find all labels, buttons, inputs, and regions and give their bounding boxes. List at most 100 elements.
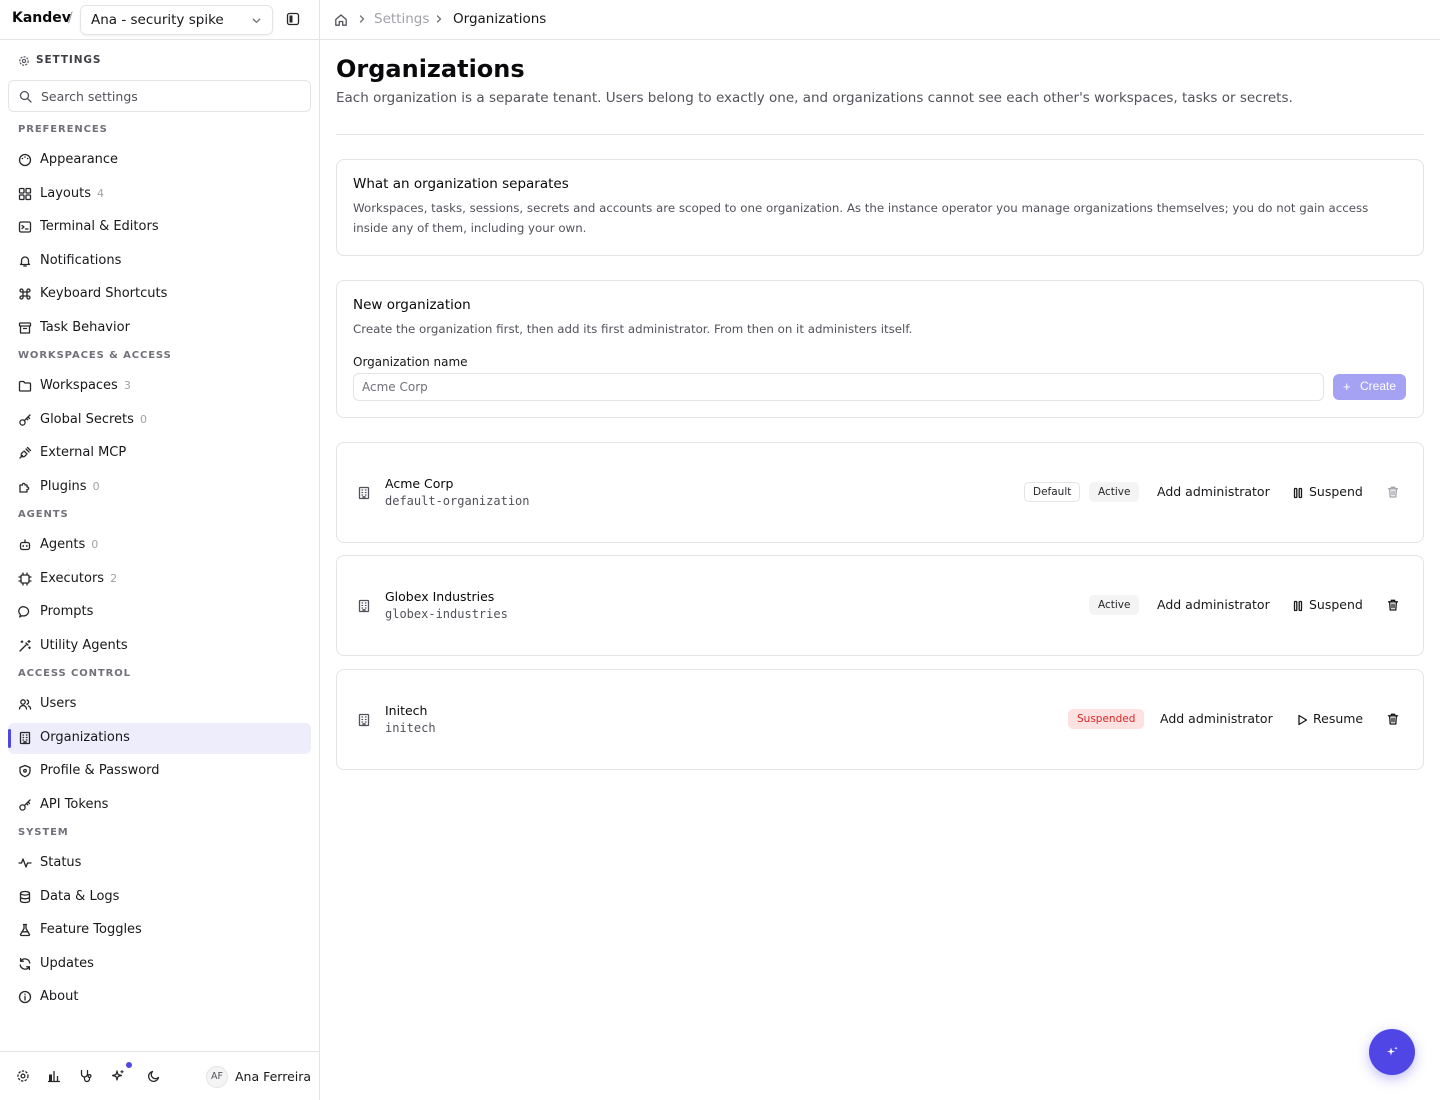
sidebar-item-label: Utility Agents <box>40 638 128 653</box>
bot-icon <box>19 539 31 551</box>
organization-name-input[interactable] <box>353 373 1324 401</box>
chart-icon[interactable] <box>47 1069 61 1083</box>
sidebar-item-text: About <box>40 989 79 1005</box>
sidebar-item-plugins[interactable]: Plugins 0 <box>8 472 311 503</box>
settings-search[interactable] <box>8 80 311 112</box>
nav-group-title: WORKSPACES & ACCESS <box>18 350 172 361</box>
workspace-selector[interactable]: Ana - security spike <box>80 5 273 35</box>
moon-icon[interactable] <box>147 1069 161 1083</box>
sidebar-item-text: Workspaces <box>40 378 118 393</box>
sidebar-item-appearance[interactable]: Appearance <box>8 145 311 176</box>
sidebar-item-terminal-editors[interactable]: Terminal & Editors <box>8 212 311 243</box>
sparkles-icon[interactable] <box>111 1069 125 1083</box>
sidebar-item-label: Plugins 0 <box>40 479 100 494</box>
folder-icon <box>18 380 32 392</box>
breadcrumb-settings[interactable]: Settings <box>374 11 429 27</box>
sidebar-item-data-logs[interactable]: Data & Logs <box>8 882 311 913</box>
sidebar-item-task-behavior[interactable]: Task Behavior <box>8 313 311 344</box>
sidebar-item-utility-agents[interactable]: Utility Agents <box>8 631 311 662</box>
cpu-icon <box>18 571 32 586</box>
sidebar-item-users[interactable]: Users <box>8 689 311 720</box>
puzzle-icon <box>19 482 30 493</box>
sidebar-item-text: Prompts <box>40 604 94 620</box>
shield-icon <box>19 765 31 778</box>
new-organization-text: Create the organization first, then add … <box>353 322 913 336</box>
pause-icon[interactable] <box>1291 599 1305 613</box>
avatar[interactable]: AF <box>206 1066 228 1088</box>
sidebar-item-feature-toggles[interactable]: Feature Toggles <box>8 915 311 946</box>
pause-icon[interactable] <box>1291 486 1305 500</box>
sidebar-item-label: Users <box>40 696 76 711</box>
sidebar-item-label: Layouts 4 <box>40 186 104 201</box>
search-icon <box>19 90 32 103</box>
workspace-selector-label: Ana - security spike <box>91 12 224 28</box>
sidebar-item-organizations[interactable]: Organizations <box>8 722 311 754</box>
app-root: Kandev / Ana - security spike SETTINGS P… <box>0 0 1440 1100</box>
sidebar-item-prompts[interactable]: Prompts <box>8 597 311 628</box>
create-button[interactable]: + Create <box>1333 374 1406 400</box>
add-administrator-button[interactable]: Add administrator <box>1160 711 1273 726</box>
organization-name-label: Organization name <box>353 355 468 369</box>
sidebar-item-label: Workspaces 3 <box>40 378 131 393</box>
brand-name[interactable]: Kandev <box>12 10 71 26</box>
search-input[interactable] <box>41 87 301 105</box>
play-icon[interactable] <box>1295 713 1309 727</box>
resume-button[interactable]: Resume <box>1313 711 1363 726</box>
status-badge: Active <box>1089 595 1140 615</box>
gear-icon[interactable] <box>16 1069 30 1083</box>
sidebar-item-label: Keyboard Shortcuts <box>40 286 167 301</box>
sidebar-toggle-icon[interactable] <box>286 12 300 26</box>
sidebar-item-label: Feature Toggles <box>40 922 142 937</box>
sidebar-item-layouts[interactable]: Layouts 4 <box>8 179 311 210</box>
suspend-button[interactable]: Suspend <box>1309 597 1363 612</box>
trash-icon[interactable] <box>1386 712 1400 726</box>
create-button-label: Create <box>1360 379 1397 393</box>
user-name[interactable]: Ana Ferreira <box>235 1069 311 1084</box>
trash-icon[interactable] <box>1386 598 1400 612</box>
sidebar-item-text: Executors <box>40 570 105 586</box>
sidebar-item-label: Notifications <box>40 253 121 268</box>
info-card-text: Workspaces, tasks, sessions, secrets and… <box>353 201 1369 235</box>
assistant-fab-button[interactable] <box>1369 1029 1415 1075</box>
sidebar-item-agents[interactable]: Agents 0 <box>8 530 311 561</box>
sidebar-item-external-mcp[interactable]: External MCP <box>8 438 311 469</box>
stethoscope-icon[interactable] <box>79 1069 93 1083</box>
sidebar-item-text: Task Behavior <box>40 320 130 335</box>
sidebar-item-status[interactable]: Status <box>8 848 311 879</box>
home-icon[interactable] <box>334 13 348 27</box>
sidebar-item-keyboard-shortcuts[interactable]: Keyboard Shortcuts <box>8 279 311 310</box>
chevron-right-icon <box>359 15 365 23</box>
sidebar-header: Kandev / Ana - security spike <box>0 0 319 40</box>
sidebar-item-updates[interactable]: Updates <box>8 949 311 980</box>
sidebar-item-notifications[interactable]: Notifications <box>8 246 311 277</box>
sidebar-item-workspaces[interactable]: Workspaces 3 <box>8 371 311 402</box>
add-administrator-button[interactable]: Add administrator <box>1157 484 1270 499</box>
organization-name: Globex Industries <box>385 589 495 604</box>
sidebar-footer: AF Ana Ferreira <box>0 1051 319 1100</box>
add-administrator-button[interactable]: Add administrator <box>1157 597 1270 612</box>
page-description: Each organization is a separate tenant. … <box>336 90 1293 106</box>
database-icon <box>19 890 31 903</box>
info-icon <box>18 991 32 1004</box>
sidebar-item-about[interactable]: About <box>8 982 311 1013</box>
plus-icon: + <box>1343 379 1351 394</box>
sidebar-item-text: Terminal & Editors <box>40 219 159 235</box>
nav-group-title: AGENTS <box>18 509 69 520</box>
sidebar-item-global-secrets[interactable]: Global Secrets 0 <box>8 405 311 436</box>
brand-separator: / <box>68 10 73 26</box>
sidebar-item-label: Executors 2 <box>40 571 117 586</box>
suspend-button[interactable]: Suspend <box>1309 484 1363 499</box>
sidebar-item-executors[interactable]: Executors 2 <box>8 564 311 595</box>
sidebar-item-text: Appearance <box>40 152 119 167</box>
users-icon <box>18 699 32 710</box>
layout-grid-icon <box>18 187 32 200</box>
breadcrumb: Settings Organizations <box>320 0 1440 40</box>
sidebar-item-api-tokens[interactable]: API Tokens <box>8 790 311 821</box>
bell-icon <box>19 256 31 267</box>
gear-icon <box>19 56 29 66</box>
key-icon <box>19 799 31 811</box>
sidebar-item-profile-password[interactable]: Profile & Password <box>8 756 311 787</box>
organization-slug: initech <box>385 721 436 735</box>
status-badge: Suspended <box>1068 709 1145 729</box>
sidebar-item-label: Agents 0 <box>40 537 98 552</box>
